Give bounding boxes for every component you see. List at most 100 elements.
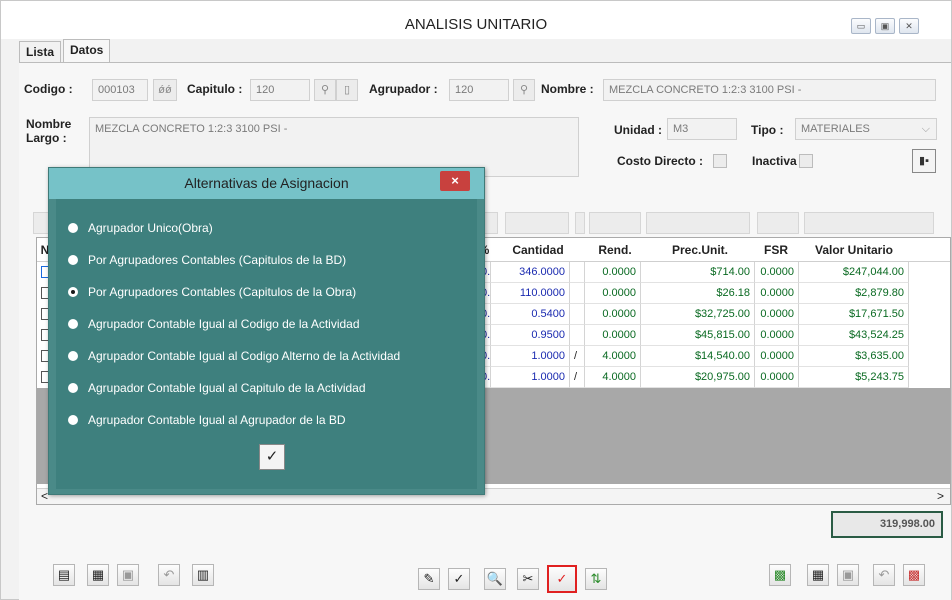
cell-valor-unitario[interactable]: $5,243.75	[799, 367, 909, 388]
cell-cantidad[interactable]: 110.0000	[491, 283, 570, 304]
dialog-body: Agrupador Unico(Obra) Por Agrupadores Con…	[56, 199, 477, 489]
radio-icon[interactable]	[68, 383, 78, 393]
cell-valor-unitario[interactable]: $2,879.80	[799, 283, 909, 304]
tipo-select-value: MATERIALES	[801, 123, 870, 135]
capitulo-search-icon[interactable]: ⚲	[314, 79, 336, 101]
radio-icon[interactable]	[68, 255, 78, 265]
tab-datos[interactable]: Datos	[63, 39, 111, 63]
cell-slash[interactable]: /	[570, 346, 585, 367]
toolbar-tool-icon[interactable]: ✂	[517, 568, 539, 590]
analisis-unitario-window: ANALISIS UNITARIO ▭ ▣ ✕ Lista Datos Codi…	[0, 0, 952, 600]
unidad-field[interactable]: M3	[667, 118, 737, 140]
filter-box[interactable]	[575, 212, 585, 234]
cell-fsr[interactable]: 0.0000	[755, 325, 799, 346]
cell-rend[interactable]: 0.0000	[585, 262, 641, 283]
nombre-largo-label-2: Largo :	[26, 131, 67, 145]
toolbar-check-icon[interactable]: ✓	[448, 568, 470, 590]
toolbar-undo-icon[interactable]: ↶	[158, 564, 180, 586]
toolbar-save2-icon[interactable]: ▣	[837, 564, 859, 586]
filter-box[interactable]	[484, 212, 498, 234]
radio-option-label: Agrupador Contable Igual al Codigo de la…	[88, 317, 360, 331]
nombre-field[interactable]: MEZCLA CONCRETO 1:2:3 3100 PSI -	[603, 79, 936, 101]
toolbar-new-icon[interactable]: ▤	[53, 564, 75, 586]
toolbar-delete-icon[interactable]: ▥	[192, 564, 214, 586]
cell-fsr[interactable]: 0.0000	[755, 262, 799, 283]
capitulo-field[interactable]: 120	[250, 79, 310, 101]
cell-fsr[interactable]: 0.0000	[755, 283, 799, 304]
cell-valor-unitario[interactable]: $17,671.50	[799, 304, 909, 325]
cell-rend[interactable]: 0.0000	[585, 304, 641, 325]
radio-icon[interactable]	[68, 223, 78, 233]
cell-fsr[interactable]: 0.0000	[755, 346, 799, 367]
costo-directo-checkbox[interactable]	[713, 154, 727, 168]
codigo-lookup-icon[interactable]: ǿǿ	[153, 79, 177, 101]
radio-option-label: Por Agrupadores Contables (Capitulos de …	[88, 253, 347, 267]
toolbar-undo2-icon[interactable]: ↶	[873, 564, 895, 586]
cell-slash[interactable]	[570, 283, 585, 304]
filter-box[interactable]	[589, 212, 641, 234]
toolbar-save-icon[interactable]: ▣	[117, 564, 139, 586]
toolbar-assign-check-button[interactable]: ✓	[547, 565, 577, 593]
radio-option-label: Agrupador Contable Igual al Capitulo de …	[88, 381, 366, 395]
cell-fsr[interactable]: 0.0000	[755, 304, 799, 325]
filter-box[interactable]	[757, 212, 799, 234]
cell-rend[interactable]: 4.0000	[585, 346, 641, 367]
agrupador-search-icon[interactable]: ⚲	[513, 79, 535, 101]
col-header-fsr: FSR	[764, 243, 788, 257]
toolbar-delete2-icon[interactable]: ▩	[903, 564, 925, 586]
minimize-button[interactable]: ▭	[851, 18, 871, 34]
cell-slash[interactable]	[570, 325, 585, 346]
cell-slash[interactable]	[570, 304, 585, 325]
cell-prec-unit[interactable]: $20,975.00	[641, 367, 755, 388]
cell-slash[interactable]: /	[570, 367, 585, 388]
calculator-icon[interactable]: ▮▪	[912, 149, 936, 173]
cell-valor-unitario[interactable]: $43,524.25	[799, 325, 909, 346]
scroll-right-icon[interactable]: >	[937, 489, 944, 503]
cell-prec-unit[interactable]: $26.18	[641, 283, 755, 304]
tab-lista[interactable]: Lista	[19, 41, 62, 62]
cell-cantidad[interactable]: 0.5400	[491, 304, 570, 325]
cell-valor-unitario[interactable]: $247,044.00	[799, 262, 909, 283]
cell-prec-unit[interactable]: $45,815.00	[641, 325, 755, 346]
cell-cantidad[interactable]: 1.0000	[491, 346, 570, 367]
radio-selected-icon[interactable]	[68, 287, 78, 297]
close-button[interactable]: ✕	[899, 18, 919, 34]
cell-cantidad[interactable]: 346.0000	[491, 262, 570, 283]
cell-rend[interactable]: 0.0000	[585, 283, 641, 304]
toolbar-copy2-icon[interactable]: ▦	[807, 564, 829, 586]
capitulo-document-icon[interactable]: ▯	[336, 79, 358, 101]
cell-prec-unit[interactable]: $32,725.00	[641, 304, 755, 325]
window-title: ANALISIS UNITARIO	[404, 16, 548, 33]
toolbar-copy-icon[interactable]: ▦	[87, 564, 109, 586]
cell-cantidad[interactable]: 1.0000	[491, 367, 570, 388]
dialog-close-button[interactable]: ×	[440, 171, 470, 191]
filter-box[interactable]	[646, 212, 750, 234]
radio-icon[interactable]	[68, 319, 78, 329]
maximize-button[interactable]: ▣	[875, 18, 895, 34]
dialog-accept-button[interactable]: ✓	[259, 444, 285, 470]
cell-prec-unit[interactable]: $14,540.00	[641, 346, 755, 367]
inactiva-label: Inactiva	[752, 154, 797, 168]
cell-cantidad[interactable]: 0.9500	[491, 325, 570, 346]
agrupador-field[interactable]: 120	[449, 79, 509, 101]
cell-valor-unitario[interactable]: $3,635.00	[799, 346, 909, 367]
toolbar-sort-icon[interactable]: ⇅	[585, 568, 607, 590]
tipo-select[interactable]: MATERIALES ⌵	[795, 118, 937, 140]
scroll-left-icon[interactable]: <	[41, 489, 48, 503]
filter-box[interactable]	[505, 212, 569, 234]
cell-rend[interactable]: 0.0000	[585, 325, 641, 346]
cell-prec-unit[interactable]: $714.00	[641, 262, 755, 283]
radio-icon[interactable]	[68, 351, 78, 361]
toolbar-report-icon[interactable]: ▩	[769, 564, 791, 586]
cell-rend[interactable]: 4.0000	[585, 367, 641, 388]
toolbar-search-icon[interactable]: 🔍	[484, 568, 506, 590]
cell-fsr[interactable]: 0.0000	[755, 367, 799, 388]
radio-icon[interactable]	[68, 415, 78, 425]
inactiva-checkbox[interactable]	[799, 154, 813, 168]
col-header-rend: Rend.	[598, 243, 632, 257]
filter-box[interactable]	[804, 212, 934, 234]
dialog-title: Alternativas de Asignacion	[49, 168, 484, 199]
cell-slash[interactable]	[570, 262, 585, 283]
codigo-field[interactable]: 000103	[92, 79, 148, 101]
toolbar-edit-icon[interactable]: ✎	[418, 568, 440, 590]
